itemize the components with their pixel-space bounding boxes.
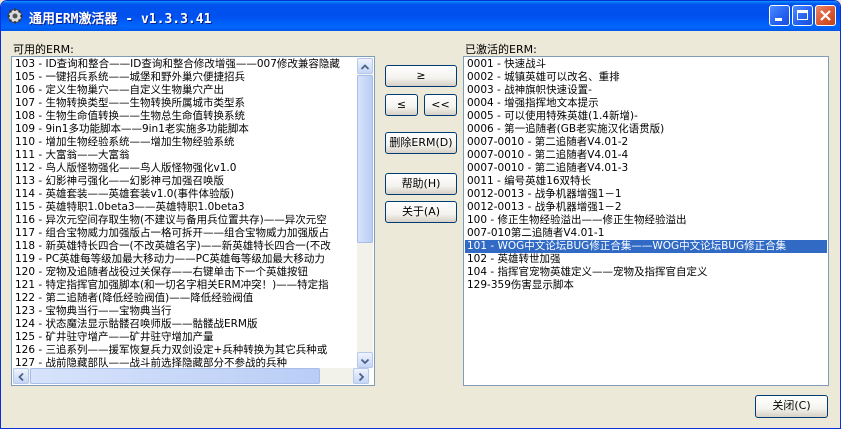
available-erm-items: 103 - ID查询和整合——ID查询和整合修改增强——007修改兼容隐藏 105… [13,58,373,383]
list-item[interactable]: 113 - 幻影神弓强化——幻影神弓加强召唤版 [13,175,373,188]
list-item[interactable]: 125 - 矿井驻守增产——矿井驻守增加产量 [13,331,373,344]
erm-activator-window: 通用ERM激活器 - v1.3.3.41 可用的ERM: 103 - ID查询和… [0,0,841,429]
title-bar[interactable]: 通用ERM激活器 - v1.3.3.41 [1,1,840,31]
list-item[interactable]: 118 - 新英雄特长四合一(不改英雄名字)——新英雄特长四合一(不改 [13,240,373,253]
scroll-down-button[interactable] [357,352,373,368]
list-item[interactable]: 0003 - 战神旗帜快速设置- [465,84,827,97]
about-button[interactable]: 关于(A) [385,201,457,223]
minimize-button[interactable] [769,5,790,26]
list-item[interactable]: 124 - 状态魔法显示骷髅召唤师版——骷髅战ERM版 [13,318,373,331]
list-item[interactable]: 116 - 异次元空间存取生物(不建议与备用兵位置共存)——异次元空 [13,214,373,227]
list-item[interactable]: 007-010第二追随者V4.01-1 [465,227,827,240]
list-item[interactable]: 122 - 第二追随者(降低经验阀值)——降低经验阀值 [13,292,373,305]
active-erm-list[interactable]: 0001 - 快速战斗 0002 - 城镇英雄可以改名、重排 0003 - 战神旗帜… [463,56,829,386]
list-item[interactable]: 0007-0010 - 第二追随者V4.01-3 [465,162,827,175]
list-item[interactable]: 121 - 特定指挥官加强脚本(和一切名字相关ERM冲突！)——特定指 [13,279,373,292]
list-item[interactable]: 0011 - 编号英雄16双特长 [465,175,827,188]
move-left-button[interactable]: ≤ [385,94,418,116]
hscroll-thumb[interactable] [30,368,320,384]
arrow-down-icon [360,358,370,365]
list-item[interactable]: 0012-0013 - 战争机器增强1－2 [465,201,827,214]
list-item[interactable]: 0007-0010 - 第二追随者V4.01-4 [465,149,827,162]
list-item[interactable]: 107 - 生物转换类型——生物转换所属城市类型系 [13,97,373,110]
list-item[interactable]: 108 - 生物生命值转换——生物总生命值转换系统 [13,110,373,123]
list-item[interactable]: 117 - 组合宝物威力加强版占一格可拆开——组合宝物威力加强版占 [13,227,373,240]
list-item[interactable]: 102 - 英雄转世加强 [465,253,827,266]
list-item[interactable]: 104 - 指挥官宠物英雄定义——宠物及指挥官自定义 [465,266,827,279]
list-item[interactable]: 103 - ID查询和整合——ID查询和整合修改增强——007修改兼容隐藏 [13,58,373,71]
move-all-left-button[interactable]: << [424,94,457,116]
list-item[interactable]: 0012-0013 - 战争机器增强1－1 [465,188,827,201]
list-item[interactable]: 119 - PC英雄每等级加最大移动力——PC英雄每等级加最大移动力 [13,253,373,266]
close-window-button[interactable] [815,5,836,26]
available-erm-list[interactable]: 103 - ID查询和整合——ID查询和整合修改增强——007修改兼容隐藏 105… [11,56,375,386]
move-right-button[interactable]: ≥ [385,65,457,87]
horizontal-scrollbar[interactable] [13,368,369,384]
list-item[interactable]: 114 - 英雄套装——英雄套装v1.0(事件体验版) [13,188,373,201]
help-button[interactable]: 帮助(H) [385,173,457,195]
list-item[interactable]: 126 - 三追系列——援军恢复兵力双剑设定+兵种转换为其它兵种或 [13,344,373,357]
scroll-right-button[interactable] [353,368,369,384]
list-item[interactable]: 105 - 一键招兵系统——城堡和野外巢穴便捷招兵 [13,71,373,84]
list-item[interactable]: 111 - 大富翁——大富翁 [13,149,373,162]
minimize-icon [775,18,782,21]
gear-icon [7,8,23,24]
list-item[interactable]: 100 - 修正生物经验溢出——修正生物经验溢出 [465,214,827,227]
maximize-icon [797,10,808,20]
delete-erm-button[interactable]: 删除ERM(D) [385,132,457,154]
maximize-button[interactable] [792,5,813,26]
scroll-left-button[interactable] [13,368,29,384]
active-erm-items: 0001 - 快速战斗 0002 - 城镇英雄可以改名、重排 0003 - 战神旗帜… [465,58,827,292]
list-item[interactable]: 0005 - 可以使用特殊英雄(1.4新增)- [465,110,827,123]
list-item[interactable]: 120 - 宠物及追随者战役过关保存——右键单击下一个英雄按钮 [13,266,373,279]
list-item[interactable]: 0004 - 增强指挥地文本提示 [465,97,827,110]
list-item[interactable]: 0007-0010 - 第二追随者V4.01-2 [465,136,827,149]
arrow-up-icon [360,64,370,70]
list-item[interactable]: 115 - 英雄特职1.0beta3——英雄特职1.0beta3 [13,201,373,214]
list-item[interactable]: 0001 - 快速战斗 [465,58,827,71]
list-item[interactable]: 110 - 增加生物经验系统——增加生物经验系统 [13,136,373,149]
list-item[interactable]: 106 - 定义生物巢穴——自定义生物巢穴产出 [13,84,373,97]
list-item[interactable]: 112 - 鸟人版怪物强化——鸟人版怪物强化v1.0 [13,162,373,175]
list-item[interactable]: 109 - 9in1多功能脚本——9in1老实施多功能脚本 [13,123,373,136]
available-erm-label: 可用的ERM: [13,43,74,56]
arrow-right-icon [358,372,365,382]
close-icon [820,10,831,21]
arrow-left-icon [18,372,24,382]
list-item[interactable]: 123 - 宝物典当行——宝物典当行 [13,305,373,318]
scroll-up-button[interactable] [357,58,373,74]
list-item[interactable]: 0002 - 城镇英雄可以改名、重排 [465,71,827,84]
window-title: 通用ERM激活器 - v1.3.3.41 [29,12,212,27]
scroll-thumb[interactable] [357,75,373,243]
active-erm-label: 已激活的ERM: [465,43,537,56]
vertical-scrollbar[interactable] [357,58,373,368]
close-button[interactable]: 关闭(C) [755,395,828,418]
list-item[interactable]: 129-359伤害显示脚本 [465,279,827,292]
list-item[interactable]: 101 - WOG中文论坛BUG修正合集——WOG中文论坛BUG修正合集 [465,240,827,253]
list-item[interactable]: 0006 - 第一追随者(GB老实施汉化语贯版) [465,123,827,136]
